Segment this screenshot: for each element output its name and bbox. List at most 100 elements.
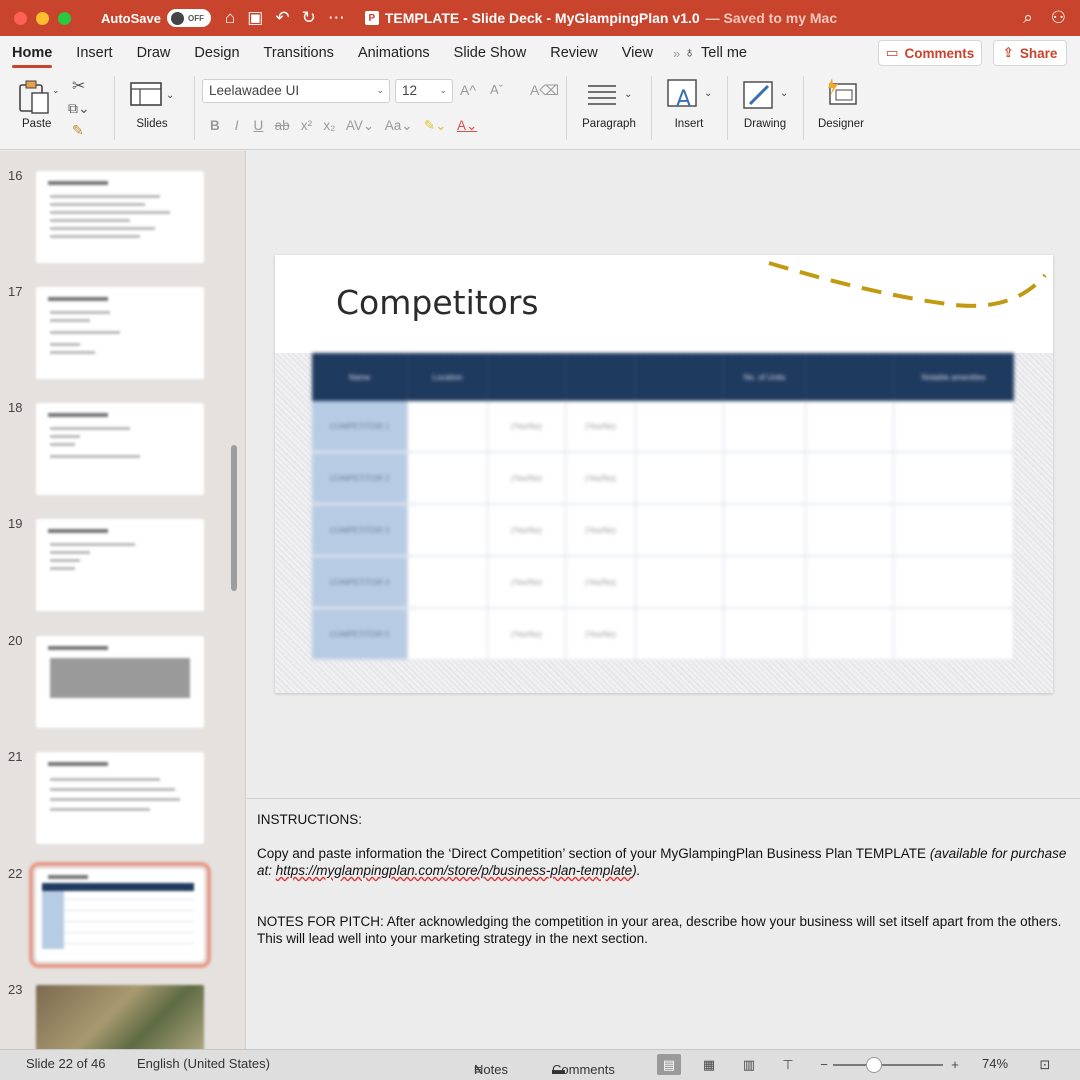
- table-cell[interactable]: (Yes/No): [488, 557, 566, 609]
- font-name-dropdown[interactable]: Leelawadee UI ⌄: [202, 79, 390, 103]
- table-cell[interactable]: [636, 453, 724, 505]
- highlight-icon[interactable]: ✎⌄: [424, 118, 447, 133]
- tab-home[interactable]: Home: [0, 36, 64, 70]
- tab-design[interactable]: Design: [182, 36, 251, 70]
- drawing-group[interactable]: ⌄ Drawing: [732, 70, 798, 150]
- insert-text-icon[interactable]: A ⌄: [666, 78, 716, 110]
- underline-icon[interactable]: U: [254, 118, 264, 133]
- table-cell[interactable]: [724, 505, 806, 557]
- zoom-window-button[interactable]: [58, 11, 71, 25]
- drawing-icon[interactable]: ⌄: [742, 78, 792, 110]
- competitors-table[interactable]: Name Location No. of Units Notable ameni…: [312, 353, 1014, 663]
- table-cell[interactable]: (Yes/No): [566, 505, 636, 557]
- table-cell[interactable]: [806, 505, 894, 557]
- table-cell[interactable]: [408, 453, 488, 505]
- table-cell[interactable]: (Yes/No): [566, 557, 636, 609]
- font-size-dropdown[interactable]: 12 ⌄: [395, 79, 453, 103]
- share-button[interactable]: ⇪ Share: [993, 40, 1067, 66]
- speaker-notes[interactable]: INSTRUCTIONS: Copy and paste information…: [247, 798, 1080, 1049]
- font-color-icon[interactable]: A⌄: [457, 118, 477, 133]
- tab-transitions[interactable]: Transitions: [252, 36, 346, 70]
- slides-group[interactable]: ⌄ Slides: [122, 70, 182, 150]
- home-icon[interactable]: ⌂: [225, 8, 235, 28]
- reading-view-icon[interactable]: ▥: [737, 1054, 761, 1075]
- change-case-icon[interactable]: Aa⌄: [385, 118, 413, 133]
- slide[interactable]: Competitors Name Location No. of Units N…: [275, 255, 1053, 693]
- table-cell[interactable]: (Yes/No): [488, 505, 566, 557]
- table-cell[interactable]: [724, 401, 806, 453]
- insert-group[interactable]: A ⌄ Insert: [656, 70, 722, 150]
- grow-font-icon[interactable]: A^: [460, 82, 476, 98]
- new-slide-icon[interactable]: ⌄: [130, 82, 176, 108]
- table-cell[interactable]: [636, 505, 724, 557]
- table-cell[interactable]: COMPETITOR 4: [312, 557, 408, 609]
- table-cell[interactable]: (Yes/No): [566, 453, 636, 505]
- account-icon[interactable]: ⚇: [1051, 8, 1066, 28]
- table-cell[interactable]: [894, 505, 1014, 557]
- strikethrough-icon[interactable]: ab: [275, 118, 290, 133]
- paragraph-group[interactable]: ⌄ Paragraph: [572, 70, 646, 150]
- table-cell[interactable]: [636, 401, 724, 453]
- table-cell[interactable]: [894, 401, 1014, 453]
- slide-thumbnail[interactable]: [36, 171, 204, 263]
- table-cell[interactable]: [806, 453, 894, 505]
- zoom-in-icon[interactable]: +: [943, 1054, 967, 1075]
- table-cell[interactable]: COMPETITOR 1: [312, 401, 408, 453]
- slide-sorter-icon[interactable]: ▦: [697, 1054, 721, 1075]
- format-painter-icon[interactable]: ✎: [72, 122, 84, 139]
- zoom-slider[interactable]: [833, 1064, 943, 1066]
- table-cell[interactable]: (Yes/No): [488, 401, 566, 453]
- autosave-toggle[interactable]: OFF: [166, 9, 211, 27]
- tab-draw[interactable]: Draw: [125, 36, 183, 70]
- save-icon[interactable]: ▣: [247, 8, 263, 28]
- subscript-icon[interactable]: x₂: [323, 118, 335, 133]
- table-cell[interactable]: (Yes/No): [488, 453, 566, 505]
- table-cell[interactable]: [408, 505, 488, 557]
- table-cell[interactable]: [724, 453, 806, 505]
- table-cell[interactable]: [806, 557, 894, 609]
- undo-icon[interactable]: ↶: [275, 8, 289, 28]
- tab-insert[interactable]: Insert: [64, 36, 124, 70]
- slide-thumbnail[interactable]: [36, 752, 204, 844]
- paragraph-icon[interactable]: ⌄: [586, 82, 634, 106]
- table-cell[interactable]: [408, 557, 488, 609]
- slide-thumbnail[interactable]: [36, 636, 204, 728]
- tell-me-search[interactable]: ♁ Tell me: [684, 45, 747, 61]
- table-cell[interactable]: [894, 609, 1014, 661]
- minimize-window-button[interactable]: [36, 11, 49, 25]
- autosave-control[interactable]: AutoSave OFF: [101, 9, 211, 27]
- table-cell[interactable]: COMPETITOR 5: [312, 609, 408, 661]
- tab-view[interactable]: View: [610, 36, 665, 70]
- normal-view-icon[interactable]: ▤: [657, 1054, 681, 1075]
- table-cell[interactable]: (Yes/No): [566, 401, 636, 453]
- paste-icon[interactable]: ⌄: [18, 79, 58, 115]
- more-tabs-icon[interactable]: »: [665, 46, 684, 61]
- table-cell[interactable]: (Yes/No): [488, 609, 566, 661]
- table-cell[interactable]: COMPETITOR 2: [312, 453, 408, 505]
- slide-thumbnail-panel[interactable]: 16 17 18 19 20 21 22 23: [0, 151, 246, 1049]
- slide-thumbnail[interactable]: [36, 985, 204, 1049]
- shrink-font-icon[interactable]: Aˇ: [490, 82, 503, 97]
- zoom-slider-handle[interactable]: [866, 1057, 882, 1073]
- slide-title[interactable]: Competitors: [336, 283, 539, 322]
- clear-formatting-icon[interactable]: A⌫: [530, 82, 559, 99]
- tab-slide-show[interactable]: Slide Show: [442, 36, 539, 70]
- language-status[interactable]: English (United States): [137, 1056, 270, 1071]
- table-cell[interactable]: [724, 557, 806, 609]
- table-cell[interactable]: [636, 557, 724, 609]
- table-cell[interactable]: [894, 453, 1014, 505]
- table-cell[interactable]: [806, 609, 894, 661]
- tab-review[interactable]: Review: [538, 36, 610, 70]
- slide-thumbnail-selected[interactable]: [29, 862, 211, 968]
- italic-icon[interactable]: I: [235, 118, 239, 133]
- close-window-button[interactable]: [14, 11, 27, 25]
- character-spacing-icon[interactable]: AV⌄: [346, 118, 374, 133]
- tab-animations[interactable]: Animations: [346, 36, 442, 70]
- copy-icon[interactable]: ⧉⌄: [68, 100, 90, 117]
- slide-thumbnail[interactable]: [36, 519, 204, 611]
- slide-thumbnail[interactable]: [36, 403, 204, 495]
- table-cell[interactable]: (Yes/No): [566, 609, 636, 661]
- search-icon[interactable]: ⌕: [1023, 8, 1033, 28]
- table-cell[interactable]: [408, 401, 488, 453]
- comments-button[interactable]: ▭ Comments: [878, 40, 982, 66]
